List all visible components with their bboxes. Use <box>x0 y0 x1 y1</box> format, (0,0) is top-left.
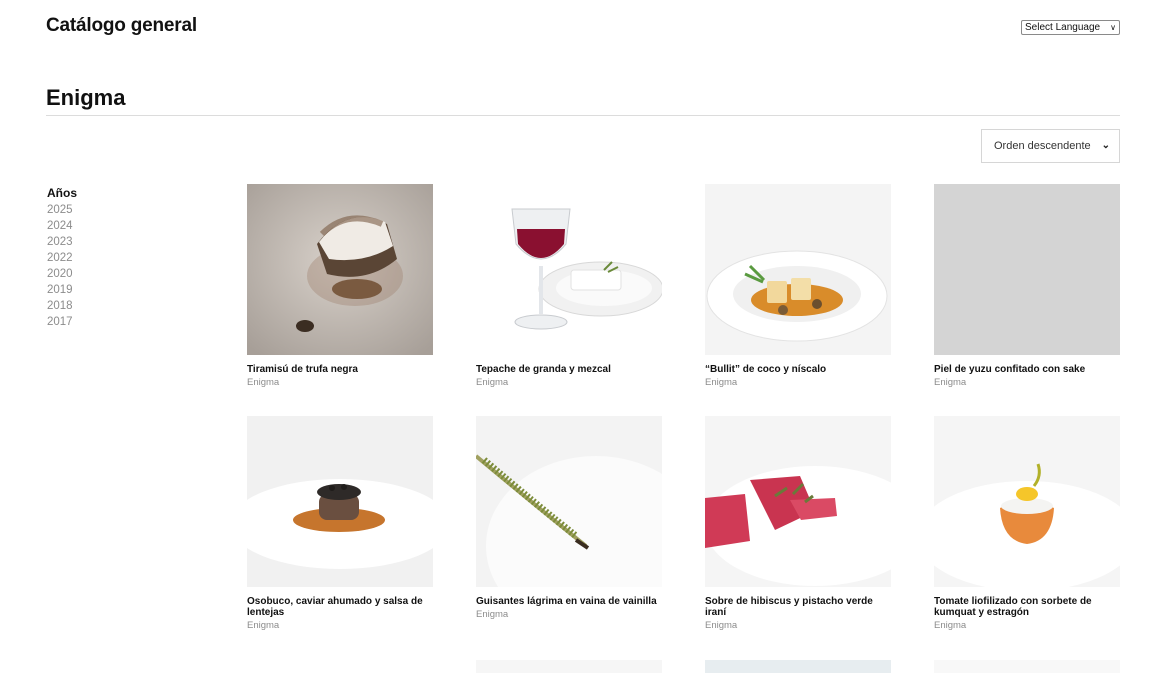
dish-image[interactable] <box>934 660 1120 673</box>
dish-card[interactable]: Osobuco, caviar ahumado y salsa de lente… <box>247 416 433 631</box>
year-link-2020[interactable]: 2020 <box>47 266 77 282</box>
dish-card[interactable]: Piel de yuzu confitado con sake Enigma <box>934 184 1120 388</box>
dish-image[interactable] <box>476 184 662 355</box>
dish-image[interactable] <box>705 416 891 587</box>
page-title: Enigma <box>46 85 126 110</box>
sort-order-label: Orden descendente <box>994 140 1091 152</box>
chevron-down-icon: ∨ <box>1110 23 1116 32</box>
language-select-label: Select Language <box>1025 22 1101 33</box>
year-link-2022[interactable]: 2022 <box>47 250 77 266</box>
dish-image[interactable] <box>705 184 891 355</box>
dish-name[interactable]: Piel de yuzu confitado con sake <box>934 364 1120 375</box>
dish-restaurant: Enigma <box>934 620 967 631</box>
year-link-2018[interactable]: 2018 <box>47 298 77 314</box>
dish-image[interactable] <box>934 416 1120 587</box>
dish-restaurant: Enigma <box>705 620 738 631</box>
dish-name[interactable]: Tomate liofilizado con sorbete de kumqua… <box>934 596 1120 618</box>
dish-name[interactable]: Guisantes lágrima en vaina de vainilla <box>476 596 662 607</box>
dish-restaurant: Enigma <box>247 377 280 388</box>
dish-image[interactable] <box>705 660 891 673</box>
dish-restaurant: Enigma <box>934 377 967 388</box>
site-title[interactable]: Catálogo general <box>46 15 197 37</box>
dish-restaurant: Enigma <box>476 377 509 388</box>
dish-image-placeholder[interactable] <box>934 184 1120 355</box>
divider <box>46 115 1120 116</box>
dish-image[interactable] <box>476 416 662 587</box>
dish-card[interactable]: Tiramisú de trufa negra Enigma <box>247 184 433 388</box>
dish-name[interactable]: Tiramisú de trufa negra <box>247 364 433 375</box>
language-select[interactable]: Select Language ∨ <box>1021 20 1120 35</box>
dish-card[interactable]: Tomate liofilizado con sorbete de kumqua… <box>934 416 1120 631</box>
dish-name[interactable]: “Bullit” de coco y níscalo <box>705 364 891 375</box>
years-filter: Años 2025 2024 2023 2022 2020 2019 2018 … <box>47 186 77 330</box>
dish-restaurant: Enigma <box>476 609 509 620</box>
dish-name[interactable]: Sobre de hibiscus y pistacho verde iraní <box>705 596 891 618</box>
dish-restaurant: Enigma <box>247 620 280 631</box>
dish-card[interactable]: Guisantes lágrima en vaina de vainilla E… <box>476 416 662 620</box>
dish-card[interactable]: “Bullit” de coco y níscalo Enigma <box>705 184 891 388</box>
dish-name[interactable]: Tepache de granda y mezcal <box>476 364 662 375</box>
year-link-2017[interactable]: 2017 <box>47 314 77 330</box>
dish-card[interactable]: Tepache de granda y mezcal Enigma <box>476 184 662 388</box>
chevron-down-icon: ⌄ <box>1101 140 1110 151</box>
dish-image[interactable] <box>476 660 662 673</box>
year-link-2025[interactable]: 2025 <box>47 202 77 218</box>
years-heading: Años <box>47 186 77 200</box>
dish-image[interactable] <box>247 416 433 587</box>
year-link-2019[interactable]: 2019 <box>47 282 77 298</box>
sort-order-select[interactable]: Orden descendente ⌄ <box>981 129 1120 163</box>
year-link-2024[interactable]: 2024 <box>47 218 77 234</box>
dish-card[interactable]: Sobre de hibiscus y pistacho verde iraní… <box>705 416 891 631</box>
dish-image[interactable] <box>247 184 433 355</box>
dish-name[interactable]: Osobuco, caviar ahumado y salsa de lente… <box>247 596 433 618</box>
year-link-2023[interactable]: 2023 <box>47 234 77 250</box>
dish-restaurant: Enigma <box>705 377 738 388</box>
